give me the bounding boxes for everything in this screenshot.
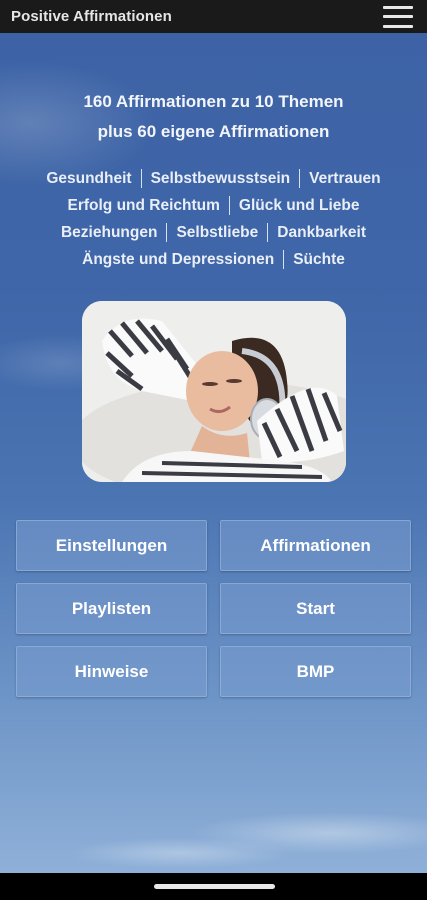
- topic-separator: [228, 196, 230, 215]
- start-button[interactable]: Start: [220, 583, 411, 634]
- playlists-button[interactable]: Playlisten: [16, 583, 207, 634]
- topic-item: Glück und Liebe: [238, 196, 360, 214]
- affirmations-button[interactable]: Affirmationen: [220, 520, 411, 571]
- topic-separator: [283, 250, 285, 269]
- topic-row: Erfolg und Reichtum Glück und Liebe: [0, 192, 427, 219]
- system-navigation-bar: [0, 873, 427, 900]
- topic-item: Süchte: [293, 250, 345, 268]
- topic-row: Gesundheit Selbstbewusstsein Vertrauen: [0, 165, 427, 192]
- topic-item: Ängste und Depressionen: [82, 250, 275, 268]
- topic-item: Beziehungen: [60, 223, 158, 241]
- relaxing-woman-headphones-image: [82, 301, 346, 482]
- headline-own: plus 60 eigene Affirmationen: [97, 122, 330, 141]
- hints-button[interactable]: Hinweise: [16, 646, 207, 697]
- topic-item: Dankbarkeit: [277, 223, 367, 241]
- hamburger-menu-icon[interactable]: [383, 5, 413, 28]
- topic-row: Beziehungen Selbstliebe Dankbarkeit: [0, 219, 427, 246]
- app-title: Positive Affirmationen: [11, 8, 172, 25]
- topic-separator: [140, 169, 142, 188]
- topic-item: Gesundheit: [46, 169, 132, 187]
- settings-button[interactable]: Einstellungen: [16, 520, 207, 571]
- topic-item: Vertrauen: [309, 169, 381, 187]
- bmp-button[interactable]: BMP: [220, 646, 411, 697]
- topic-item: Erfolg und Reichtum: [67, 196, 220, 214]
- main-content: 160 Affirmationen zu 10 Themen plus 60 e…: [0, 33, 427, 873]
- topic-separator: [299, 169, 301, 188]
- topic-item: Selbstliebe: [176, 223, 259, 241]
- topic-row: Ängste und Depressionen Süchte: [0, 246, 427, 273]
- topic-list: Gesundheit Selbstbewusstsein Vertrauen E…: [0, 165, 427, 273]
- topic-item: Selbstbewusstsein: [150, 169, 291, 187]
- title-bar: Positive Affirmationen: [0, 0, 427, 33]
- headline-count: 160 Affirmationen zu 10 Themen: [83, 92, 344, 111]
- home-indicator[interactable]: [154, 884, 275, 889]
- topic-separator: [267, 223, 269, 242]
- topic-separator: [166, 223, 168, 242]
